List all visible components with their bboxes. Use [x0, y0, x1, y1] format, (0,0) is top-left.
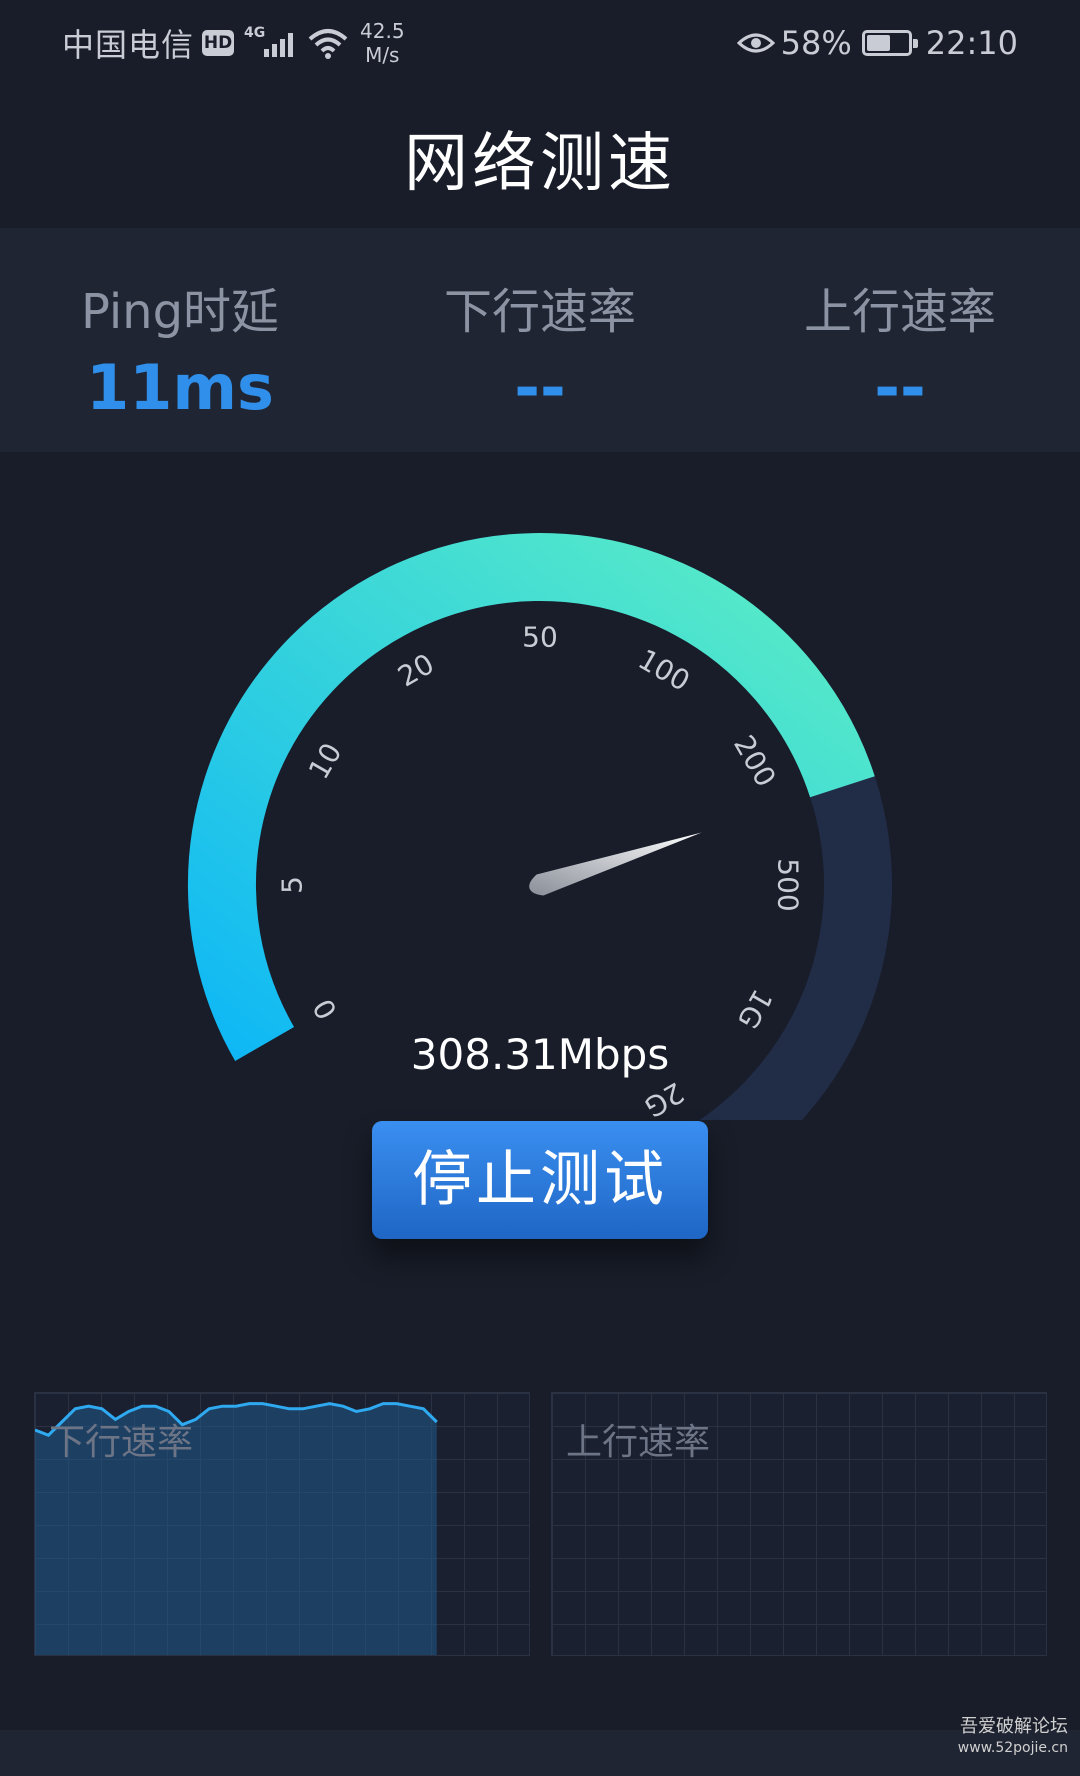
status-left: 中国电信 HD 4G 42.5 M/s: [62, 18, 405, 68]
signal-icon: 4G: [244, 23, 296, 63]
stat-download: 下行速率 --: [360, 228, 720, 452]
gauge-tick-label: 10: [302, 737, 348, 784]
stat-label: 上行速率: [803, 284, 996, 340]
speed-gauge: 0 5 10 20 50 100 200 500 1G 2G 5G: [0, 500, 1080, 1120]
gauge-tick-label: 500: [772, 858, 805, 911]
stat-value: --: [514, 351, 566, 424]
status-bar: 中国电信 HD 4G 42.5 M/s 58% 22:10: [0, 0, 1080, 90]
network-speed-value: 42.5: [360, 19, 405, 43]
wifi-icon: [308, 29, 348, 59]
stat-value: --: [874, 351, 926, 424]
watermark: 吾爱破解论坛 www.52pojie.cn: [958, 1712, 1068, 1756]
bottom-bar: [0, 1730, 1080, 1776]
network-speed-unit: M/s: [365, 43, 400, 67]
watermark-title: 吾爱破解论坛: [960, 1716, 1068, 1737]
download-graph-label: 下行速率: [49, 1422, 194, 1463]
carrier-name: 中国电信: [62, 26, 195, 64]
status-right: 58% 22:10: [736, 18, 1018, 68]
gauge-tick-label: 2G: [639, 1076, 690, 1120]
stat-value: 11ms: [86, 351, 274, 424]
gauge-dial: 0 5 10 20 50 100 200 500 1G 2G 5G: [188, 533, 892, 1121]
hd-badge: HD: [202, 30, 235, 56]
stop-test-button[interactable]: 停止测试: [372, 1121, 708, 1239]
gauge-tick-label: 100: [633, 643, 696, 698]
gauge-reading: 308.31Mbps: [410, 1030, 670, 1079]
download-graph: 下行速率: [34, 1392, 530, 1656]
upload-graph-label: 上行速率: [566, 1422, 711, 1463]
stats-panel: Ping时延 11ms 下行速率 -- 上行速率 --: [0, 228, 1080, 452]
gauge-tick-label: 200: [727, 730, 782, 793]
gauge-tick-label: 5: [276, 876, 309, 894]
stat-ping: Ping时延 11ms: [0, 228, 360, 452]
clock: 22:10: [925, 24, 1018, 62]
eye-icon: [736, 33, 775, 53]
gauge-tick-label: 5G: [520, 1117, 560, 1121]
gauge-tick-label: 1G: [731, 984, 779, 1035]
gauge-tick-label: 20: [392, 647, 439, 693]
gauge-needle: [529, 832, 702, 896]
network-speed: 42.5 M/s: [360, 19, 405, 67]
page-title: 网络测速: [404, 127, 676, 201]
battery-percent: 58%: [780, 24, 852, 62]
battery-icon: [861, 30, 918, 56]
stat-label: 下行速率: [443, 284, 636, 340]
watermark-url: www.52pojie.cn: [957, 1740, 1068, 1756]
upload-graph: 上行速率: [551, 1392, 1047, 1656]
stat-upload: 上行速率 --: [720, 228, 1080, 452]
stat-label: Ping时延: [80, 284, 280, 340]
gauge-tick-label: 50: [522, 621, 558, 654]
network-type: 4G: [244, 25, 266, 41]
speed-test-screen: 中国电信 HD 4G 42.5 M/s 58% 22:10 网络测速 Ping时…: [0, 0, 1080, 1776]
gauge-tick-label: 0: [306, 993, 343, 1025]
